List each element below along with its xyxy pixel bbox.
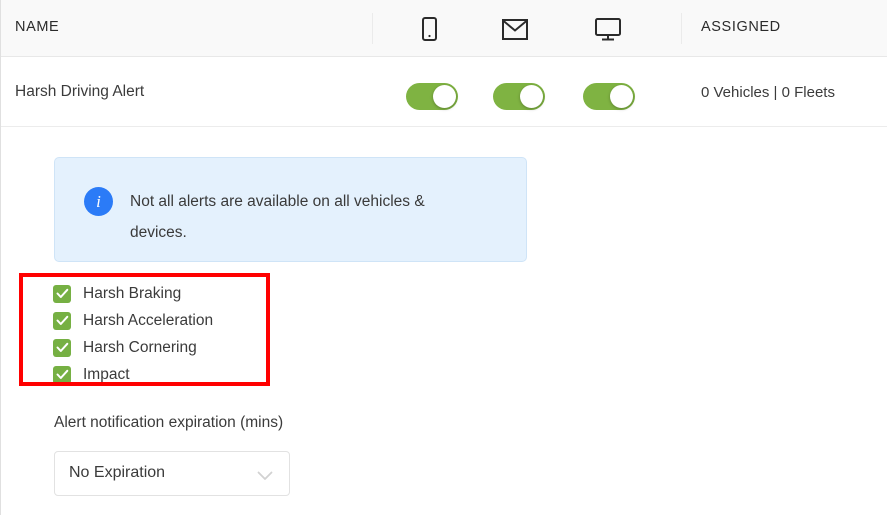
check-icon — [53, 338, 71, 357]
check-icon — [53, 311, 71, 330]
checkbox-item-harsh-acceleration[interactable]: Harsh Acceleration — [53, 307, 213, 334]
toggle-knob — [610, 85, 633, 108]
expiration-label: Alert notification expiration (mins) — [54, 414, 284, 431]
toggle-email-notification[interactable] — [493, 83, 545, 110]
checkbox-item-harsh-cornering[interactable]: Harsh Cornering — [53, 334, 213, 361]
check-icon — [53, 365, 71, 384]
column-header-name: NAME — [15, 19, 60, 35]
email-icon — [498, 15, 532, 43]
assigned-count-label: 0 Vehicles | 0 Fleets — [701, 84, 835, 101]
alert-name-label: Harsh Driving Alert — [15, 83, 145, 100]
table-header-row: NAME ASSIGNED — [1, 0, 887, 57]
header-divider-right — [681, 13, 682, 44]
checkbox-label: Harsh Cornering — [83, 338, 197, 356]
check-icon — [53, 284, 71, 303]
info-banner: i Not all alerts are available on all ve… — [54, 157, 527, 262]
toggle-desktop-notification[interactable] — [583, 83, 635, 110]
toggle-knob — [520, 85, 543, 108]
alert-type-checkbox-list: Harsh Braking Harsh Acceleration Harsh C… — [53, 280, 213, 388]
checkbox-label: Harsh Braking — [83, 284, 182, 302]
checkbox-label: Harsh Acceleration — [83, 311, 214, 329]
checkbox-label: Impact — [83, 365, 130, 383]
header-divider-left — [372, 13, 373, 44]
info-banner-message: Not all alerts are available on all vehi… — [130, 193, 425, 241]
table-row: Harsh Driving Alert 0 Vehicles | 0 Fleet… — [1, 57, 887, 127]
alert-settings-panel: NAME ASSIGNED Harsh Driving Alert 0 Vehi… — [0, 0, 887, 515]
checkbox-item-harsh-braking[interactable]: Harsh Braking — [53, 280, 213, 307]
mobile-icon — [412, 15, 446, 43]
toggle-knob — [433, 85, 456, 108]
expiration-dropdown[interactable]: No Expiration — [54, 451, 290, 496]
toggle-mobile-notification[interactable] — [406, 83, 458, 110]
column-header-assigned: ASSIGNED — [701, 19, 781, 35]
checkbox-item-impact[interactable]: Impact — [53, 361, 213, 388]
chevron-down-icon — [257, 468, 273, 486]
info-circle-icon: i — [84, 187, 113, 216]
desktop-icon — [591, 15, 625, 43]
expiration-selected-value: No Expiration — [69, 464, 166, 481]
